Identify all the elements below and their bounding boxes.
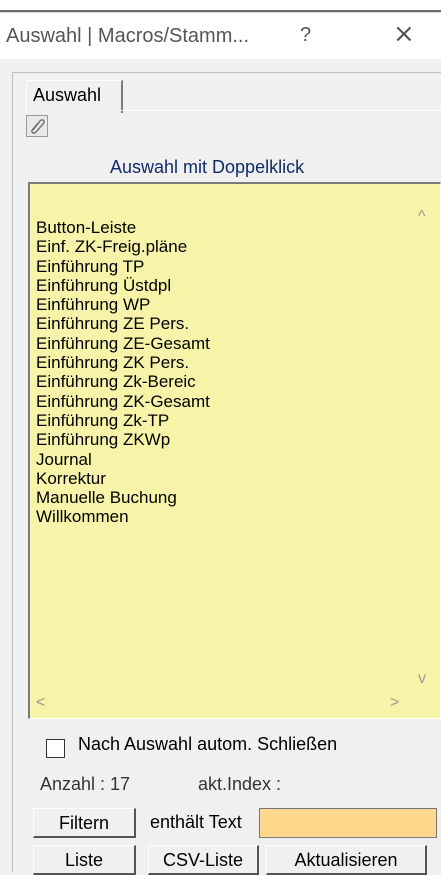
scroll-right-icon[interactable]: >: [390, 694, 399, 712]
close-button[interactable]: ×: [393, 21, 415, 47]
window-title: Auswahl | Macros/Stamm...: [6, 25, 250, 47]
tab-auswahl[interactable]: Auswahl: [26, 80, 123, 113]
filter-contains-label: enthält Text: [150, 812, 242, 832]
list-item[interactable]: Einführung ZK Pers.: [36, 353, 210, 372]
selection-list: Button-Leiste Einf. ZK-Freig.pläne Einführ…: [36, 218, 210, 527]
list-item[interactable]: Journal: [36, 450, 210, 469]
title-bar: Auswahl | Macros/Stamm... ? ×: [0, 13, 441, 59]
scroll-down-icon[interactable]: v: [418, 670, 426, 688]
tab-strip-line: [120, 110, 441, 111]
tab-label: Auswahl: [33, 85, 102, 105]
list-item[interactable]: Einführung TP: [36, 257, 210, 276]
window-top-border: [0, 10, 441, 12]
list-item[interactable]: Manuelle Buchung: [36, 488, 210, 507]
current-index-label: akt.Index :: [198, 774, 282, 794]
close-after-selection-label: Nach Auswahl autom. Schließen: [78, 734, 338, 754]
list-item[interactable]: Einführung WP: [36, 295, 210, 314]
vertical-scrollbar[interactable]: [413, 186, 435, 691]
list-item[interactable]: Einführung Üstdpl: [36, 276, 210, 295]
paperclip-icon[interactable]: [26, 115, 48, 137]
paperclip-icon-graphic: [31, 119, 45, 134]
list-item[interactable]: Button-Leiste: [36, 218, 210, 237]
selection-listbox[interactable]: Button-Leiste Einf. ZK-Freig.pläne Einführ…: [28, 182, 441, 719]
count-label: Anzahl : 17: [40, 774, 131, 794]
help-button[interactable]: ?: [300, 24, 311, 47]
filter-text-input[interactable]: [259, 808, 437, 838]
list-item[interactable]: Willkommen: [36, 507, 210, 526]
list-item[interactable]: Einführung ZE Pers.: [36, 314, 210, 333]
list-item[interactable]: Einführung Zk-Bereic: [36, 372, 210, 391]
scroll-up-icon[interactable]: ^: [418, 208, 426, 226]
list-caption: Auswahl mit Doppelklick: [110, 157, 305, 177]
list-item[interactable]: Einführung ZK-Gesamt: [36, 392, 210, 411]
list-item[interactable]: Einf. ZK-Freig.pläne: [36, 237, 210, 256]
list-item[interactable]: Einführung Zk-TP: [36, 411, 210, 430]
horizontal-scrollbar[interactable]: [30, 696, 413, 716]
close-after-selection-checkbox[interactable]: [46, 739, 65, 758]
list-item[interactable]: Einführung ZKWp: [36, 430, 210, 449]
scroll-left-icon[interactable]: <: [36, 694, 45, 712]
list-item[interactable]: Korrektur: [36, 469, 210, 488]
filter-button[interactable]: Filtern: [33, 808, 136, 838]
list-item[interactable]: Einführung ZE-Gesamt: [36, 334, 210, 353]
